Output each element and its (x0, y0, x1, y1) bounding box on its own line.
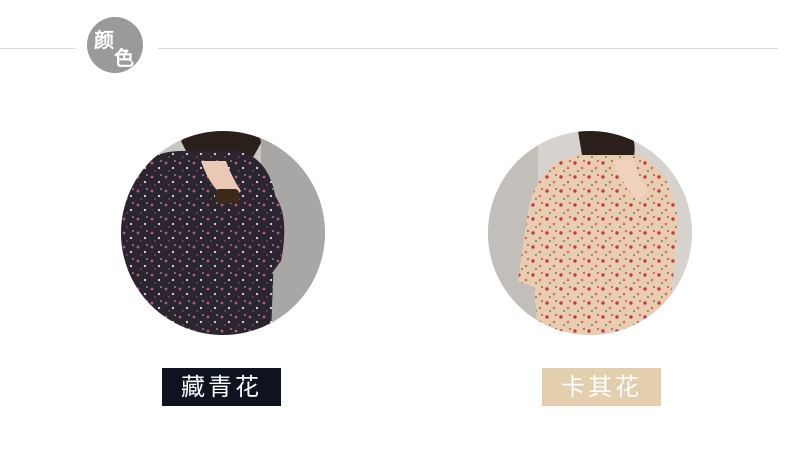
section-title-char-1: 颜 (94, 28, 114, 52)
khaki-floral-swatch-image[interactable] (488, 131, 692, 335)
navy-floral-swatch-image[interactable] (121, 131, 325, 335)
color-label-khaki-floral: 卡其花 (542, 368, 661, 406)
section-title-char-2: 色 (114, 46, 134, 70)
section-title-badge: 颜 色 (87, 17, 143, 73)
color-label-navy-floral: 藏青花 (162, 368, 281, 406)
section-divider-left (0, 48, 76, 49)
section-divider-right (158, 48, 778, 49)
